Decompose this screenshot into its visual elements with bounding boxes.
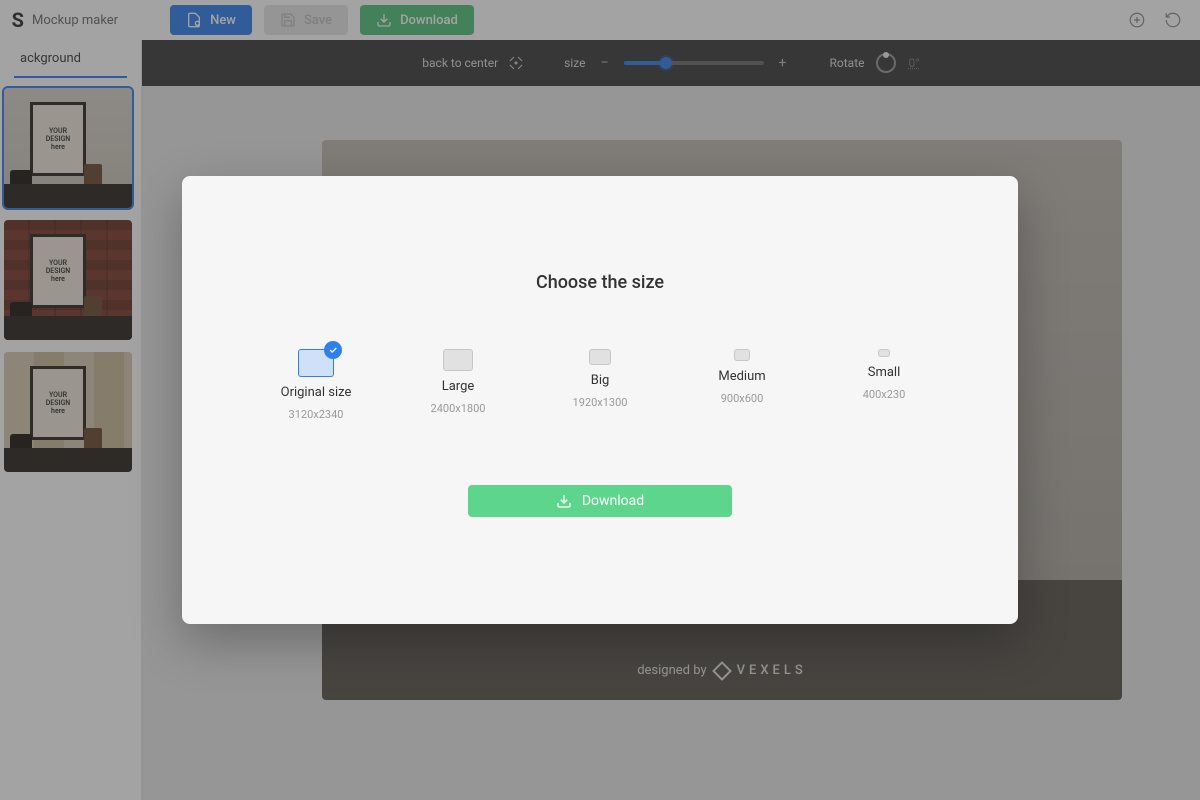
modal-download-button[interactable]: Download bbox=[468, 485, 732, 517]
size-option-dimensions: 1920x1300 bbox=[573, 396, 628, 409]
selected-check-icon bbox=[324, 341, 342, 359]
size-preview-box bbox=[589, 349, 611, 365]
download-size-modal: Choose the size Original size 3120x2340 La… bbox=[182, 176, 1018, 624]
size-options-row: Original size 3120x2340 Large 2400x1800 Big 1… bbox=[276, 349, 924, 421]
download-icon bbox=[556, 493, 572, 509]
size-option-original-size[interactable]: Original size 3120x2340 bbox=[276, 349, 356, 421]
size-option-name: Medium bbox=[718, 369, 765, 384]
size-option-big[interactable]: Big 1920x1300 bbox=[560, 349, 640, 421]
size-option-name: Original size bbox=[281, 385, 352, 400]
size-option-small[interactable]: Small 400x230 bbox=[844, 349, 924, 421]
size-option-dimensions: 900x600 bbox=[721, 392, 764, 405]
size-option-name: Big bbox=[591, 373, 610, 388]
size-preview-box bbox=[443, 349, 473, 371]
modal-title: Choose the size bbox=[536, 272, 664, 293]
size-option-dimensions: 400x230 bbox=[863, 388, 906, 401]
size-preview-box bbox=[878, 349, 890, 357]
size-option-dimensions: 2400x1800 bbox=[431, 402, 486, 415]
size-option-dimensions: 3120x2340 bbox=[289, 408, 344, 421]
size-option-medium[interactable]: Medium 900x600 bbox=[702, 349, 782, 421]
size-option-name: Small bbox=[868, 365, 901, 380]
modal-overlay[interactable]: Choose the size Original size 3120x2340 La… bbox=[0, 0, 1200, 800]
size-option-name: Large bbox=[442, 379, 475, 394]
size-preview-box bbox=[734, 349, 750, 361]
size-option-large[interactable]: Large 2400x1800 bbox=[418, 349, 498, 421]
modal-download-label: Download bbox=[582, 493, 644, 509]
app-root: S Mockup maker New Save Download ackgrou… bbox=[0, 0, 1200, 800]
